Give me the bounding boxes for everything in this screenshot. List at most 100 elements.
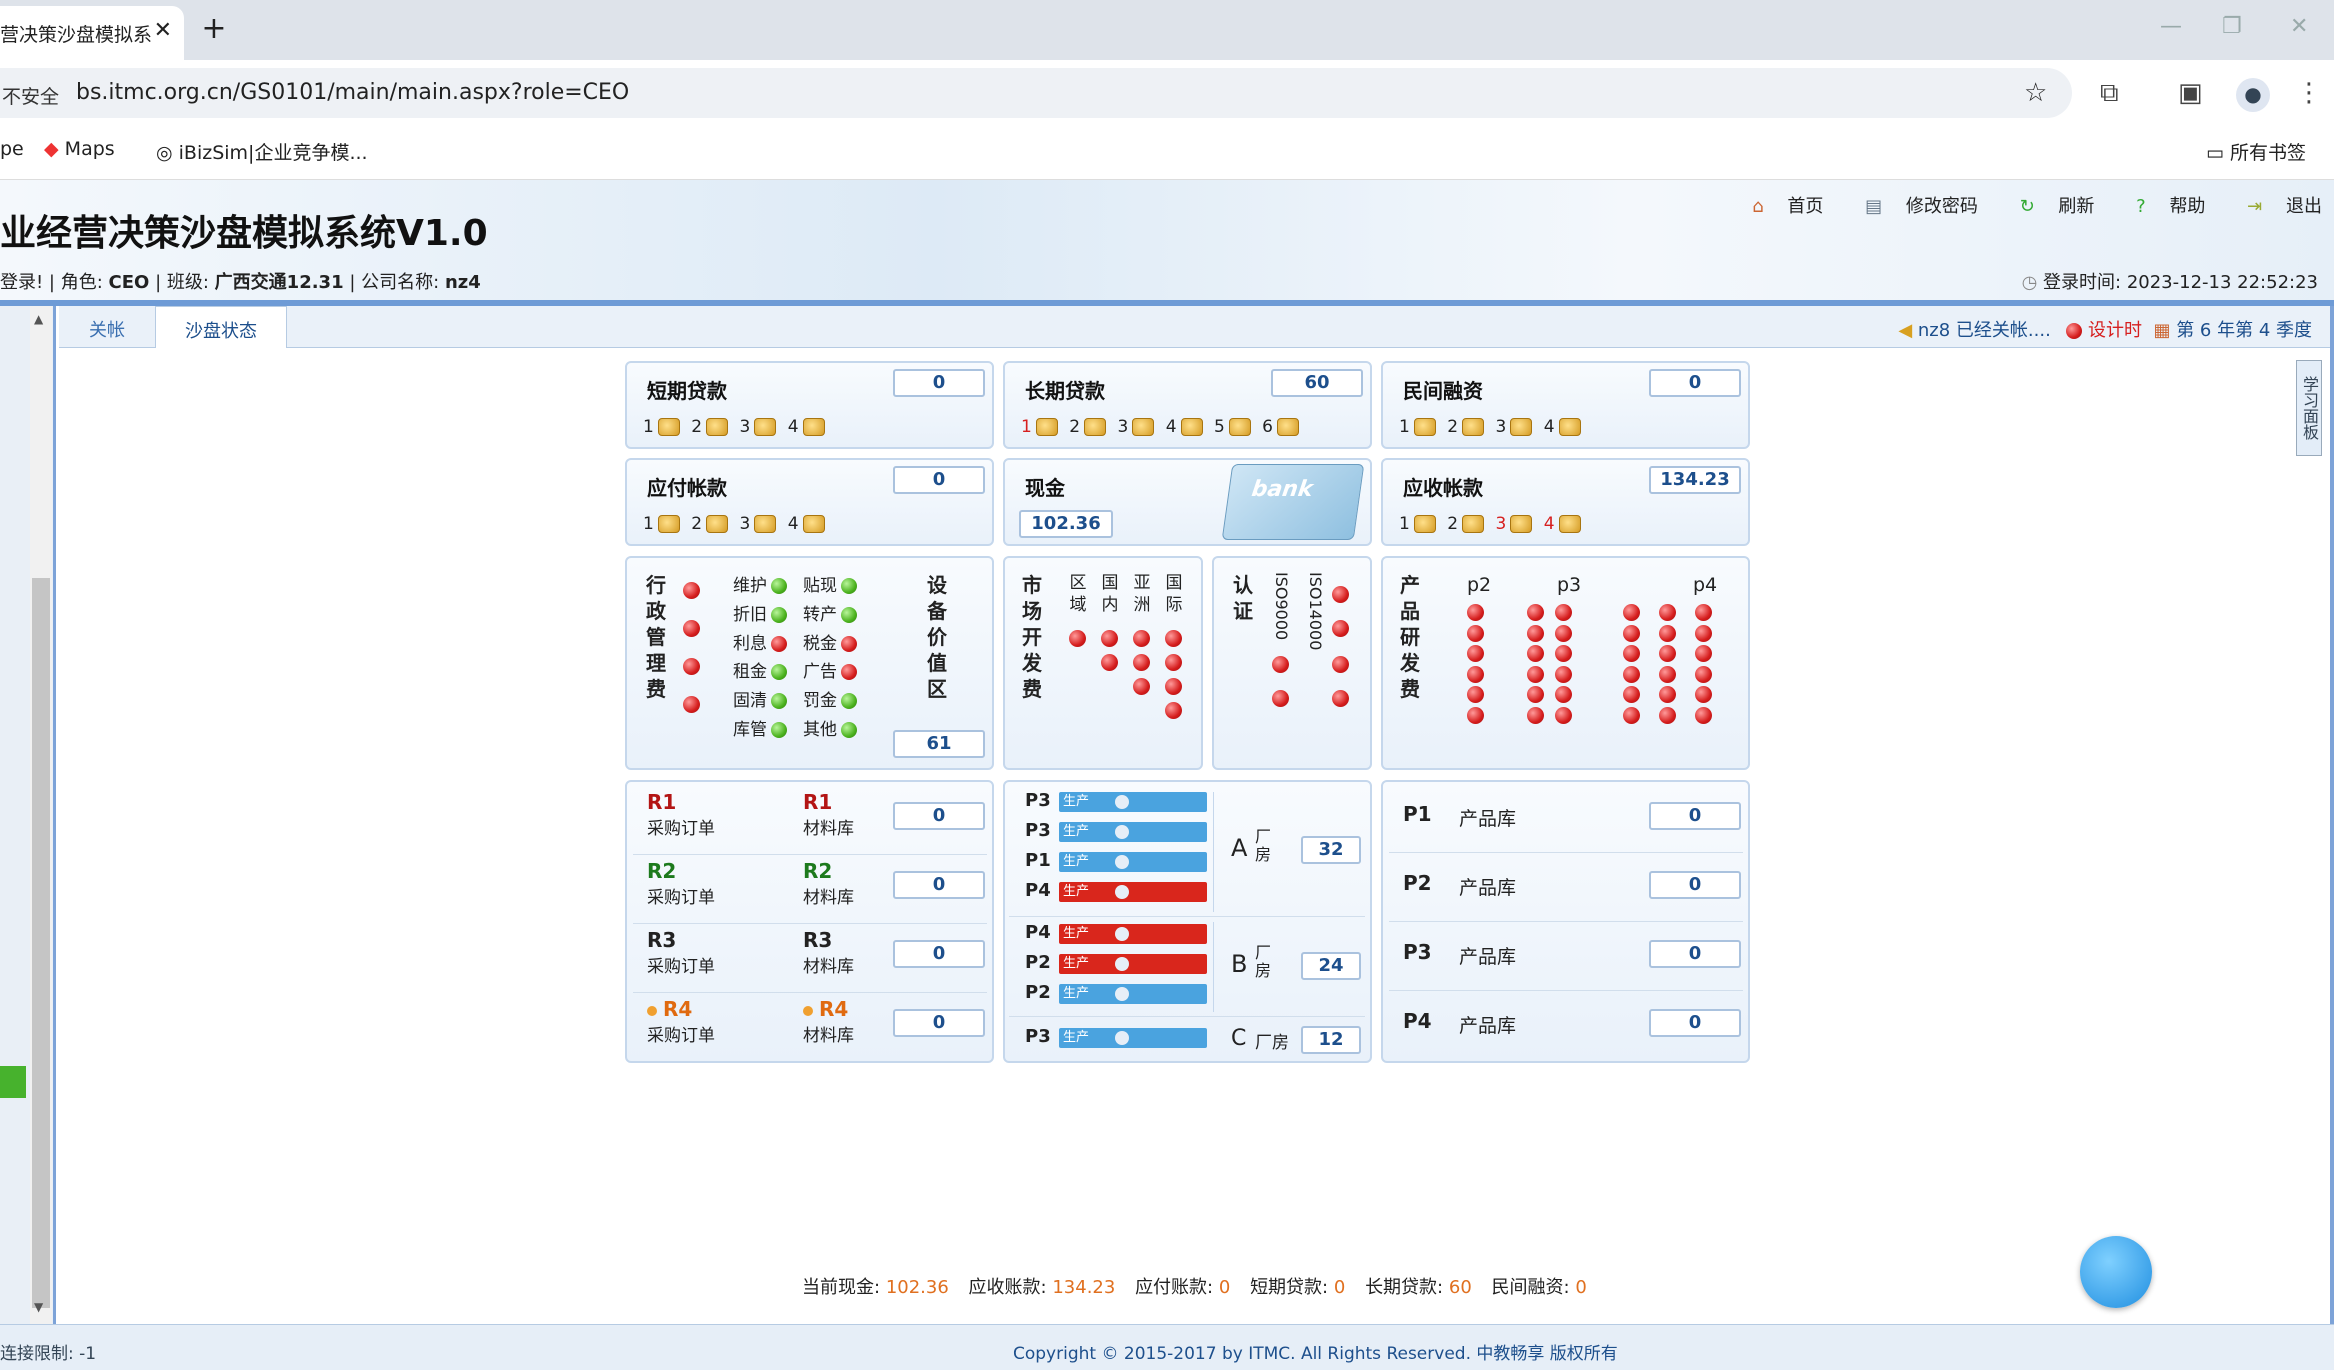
- market-dot: [1133, 654, 1150, 671]
- coin-icon: [657, 515, 680, 533]
- slider-knob-icon: [1115, 855, 1129, 869]
- url-text[interactable]: bs.itmc.org.cn/GS0101/main/main.aspx?rol…: [76, 80, 629, 105]
- admin-right-items: 贴现 转产 税金 广告 罚金 其他: [803, 572, 857, 745]
- material-row: R2 采购订单 R2 材料库 0: [627, 859, 992, 928]
- learning-panel-button[interactable]: 学习面板: [2296, 360, 2322, 456]
- payable-value: 0: [893, 466, 985, 494]
- rnd-dot: [1527, 665, 1544, 683]
- new-tab-button[interactable]: +: [194, 10, 234, 50]
- close-window-icon[interactable]: ✕: [2290, 14, 2308, 39]
- receivable-title: 应收帐款: [1403, 476, 1483, 500]
- production-bar: 生产: [1059, 822, 1207, 842]
- omnibox[interactable]: 不安全 bs.itmc.org.cn/GS0101/main/main.aspx…: [0, 68, 2072, 118]
- rnd-dot: [1623, 624, 1640, 642]
- admin-left-items: 维护 折旧 利息 租金 固清 库管: [733, 572, 787, 745]
- ibizsim-bookmark[interactable]: ◎ iBizSim|企业竞争模...: [156, 138, 368, 165]
- cert-dot: [1332, 586, 1349, 603]
- rnd-dot: [1467, 624, 1484, 642]
- rnd-dot: [1555, 665, 1572, 683]
- help-icon: ?: [2136, 196, 2146, 217]
- all-bookmarks[interactable]: ▭ 所有书签: [2206, 138, 2306, 165]
- tab-close-account[interactable]: 关帐: [59, 306, 155, 348]
- maps-bookmark[interactable]: ◆ Maps: [44, 138, 115, 160]
- tab-close-icon[interactable]: ✕: [154, 18, 172, 43]
- logout-link[interactable]: ⇥ 退出: [2229, 196, 2322, 217]
- market-title: 市场开发费: [1022, 573, 1042, 701]
- plant-b-letter: B: [1231, 950, 1248, 978]
- scrollbar-thumb[interactable]: [32, 578, 50, 1308]
- maps-icon: ◆: [44, 138, 59, 160]
- bank-book-icon: bank: [1221, 464, 1365, 540]
- long-loan-value: 60: [1271, 369, 1363, 397]
- coin-icon: [1558, 418, 1581, 436]
- production-bar: 生产: [1059, 882, 1207, 902]
- plant-c-letter: C: [1231, 1026, 1247, 1051]
- coin-icon: [1462, 515, 1485, 533]
- sidepanel-icon[interactable]: ▣: [2178, 78, 2203, 108]
- help-link[interactable]: ? 帮助: [2118, 196, 2205, 217]
- notice-text[interactable]: nz8 已经关帐....: [1918, 320, 2051, 341]
- payable-title: 应付帐款: [647, 476, 727, 500]
- cert-col: ISO9000: [1272, 572, 1291, 641]
- warning-dot-icon: [647, 1006, 657, 1016]
- star-icon[interactable]: ☆: [2024, 78, 2047, 108]
- coin-icon: [1558, 515, 1581, 533]
- admin-dot: [683, 658, 700, 675]
- minimize-icon[interactable]: —: [2160, 14, 2182, 39]
- market-panel: 市场开发费 区域 国内 亚洲 国际: [1003, 556, 1203, 770]
- products-panel: P1 产品库 0 P2 产品库 0 P3 产品库 0 P4 产品库 0: [1381, 780, 1750, 1063]
- security-label[interactable]: 不安全: [2, 82, 59, 109]
- production-bar: 生产: [1059, 954, 1207, 974]
- rnd-dot: [1555, 686, 1572, 703]
- extensions-icon[interactable]: ⧉: [2100, 78, 2119, 109]
- browser-tab[interactable]: 营决策沙盘模拟系 ✕: [0, 6, 184, 60]
- left-pane-indicator: [0, 1066, 26, 1098]
- copyright: Copyright © 2015-2017 by ITMC. All Right…: [1013, 1344, 1618, 1364]
- rnd-panel: 产品研发费 p2 p3 p4: [1381, 556, 1750, 770]
- admin-item: 利息: [733, 630, 787, 659]
- payable-slots: 1 2 3 4: [643, 514, 831, 534]
- status-bar: ◀ nz8 已经关帐.... 设计时 ▦ 第 6 年第 4 季度: [1898, 316, 2312, 342]
- admin-panel: 行政管理费 维护 折旧 利息 租金 固清 库管 贴现 转产 税金 广告 罚金 其他 设备价值区 61: [625, 556, 994, 770]
- rnd-dot: [1527, 645, 1544, 662]
- rnd-dot: [1467, 706, 1484, 724]
- coin-icon: [657, 418, 680, 436]
- coin-icon: [754, 418, 777, 436]
- market-dot: [1165, 702, 1182, 719]
- browser-tab-bar: 营决策沙盘模拟系 ✕ + — ❐ ✕: [0, 0, 2334, 60]
- clock-icon: ◷: [2021, 272, 2038, 293]
- slider-knob-icon: [1115, 987, 1129, 1001]
- change-password-link[interactable]: ▤ 修改密码: [1847, 196, 1978, 217]
- private-finance-slots: 1 2 3 4: [1399, 417, 1587, 437]
- home-link[interactable]: ⌂ 首页: [1734, 196, 1823, 217]
- rnd-dot: [1623, 706, 1640, 724]
- cert-dot: [1272, 656, 1289, 673]
- status-dot-icon: [771, 693, 787, 710]
- tab-sandbox-status[interactable]: 沙盘状态: [155, 306, 287, 348]
- restore-icon[interactable]: ❐: [2222, 14, 2242, 39]
- long-loan-slots: 1 2 3 4 5 6: [1021, 417, 1305, 437]
- plant-a-letter: A: [1231, 834, 1248, 862]
- menu-icon[interactable]: ⋮: [2296, 78, 2322, 108]
- admin-dot: [683, 582, 700, 599]
- slider-knob-icon: [1115, 957, 1129, 971]
- plant-a-value: 32: [1301, 836, 1361, 864]
- scroll-down-icon[interactable]: ▼: [34, 1300, 43, 1314]
- coin-icon: [706, 418, 729, 436]
- bookmark-item[interactable]: pe: [0, 138, 24, 160]
- float-assistant-button[interactable]: [2080, 1236, 2152, 1308]
- rnd-dot: [1467, 645, 1484, 662]
- user-info: 登录! | 角色: CEO | 班级: 广西交通12.31 | 公司名称: nz…: [0, 272, 481, 293]
- refresh-link[interactable]: ↻ 刷新: [2002, 196, 2095, 217]
- design-label: 设计时: [2088, 320, 2142, 341]
- plant-c-value: 12: [1301, 1026, 1361, 1054]
- rnd-dot: [1527, 706, 1544, 724]
- scroll-up-icon[interactable]: ▲: [34, 312, 43, 326]
- refresh-icon: ↻: [2019, 196, 2035, 217]
- market-dot: [1133, 678, 1150, 695]
- cert-col: ISO14000: [1306, 572, 1325, 651]
- material-value: 0: [893, 940, 985, 968]
- rnd-dot: [1659, 665, 1676, 683]
- rnd-dot: [1467, 686, 1484, 703]
- profile-icon[interactable]: ●: [2236, 78, 2270, 112]
